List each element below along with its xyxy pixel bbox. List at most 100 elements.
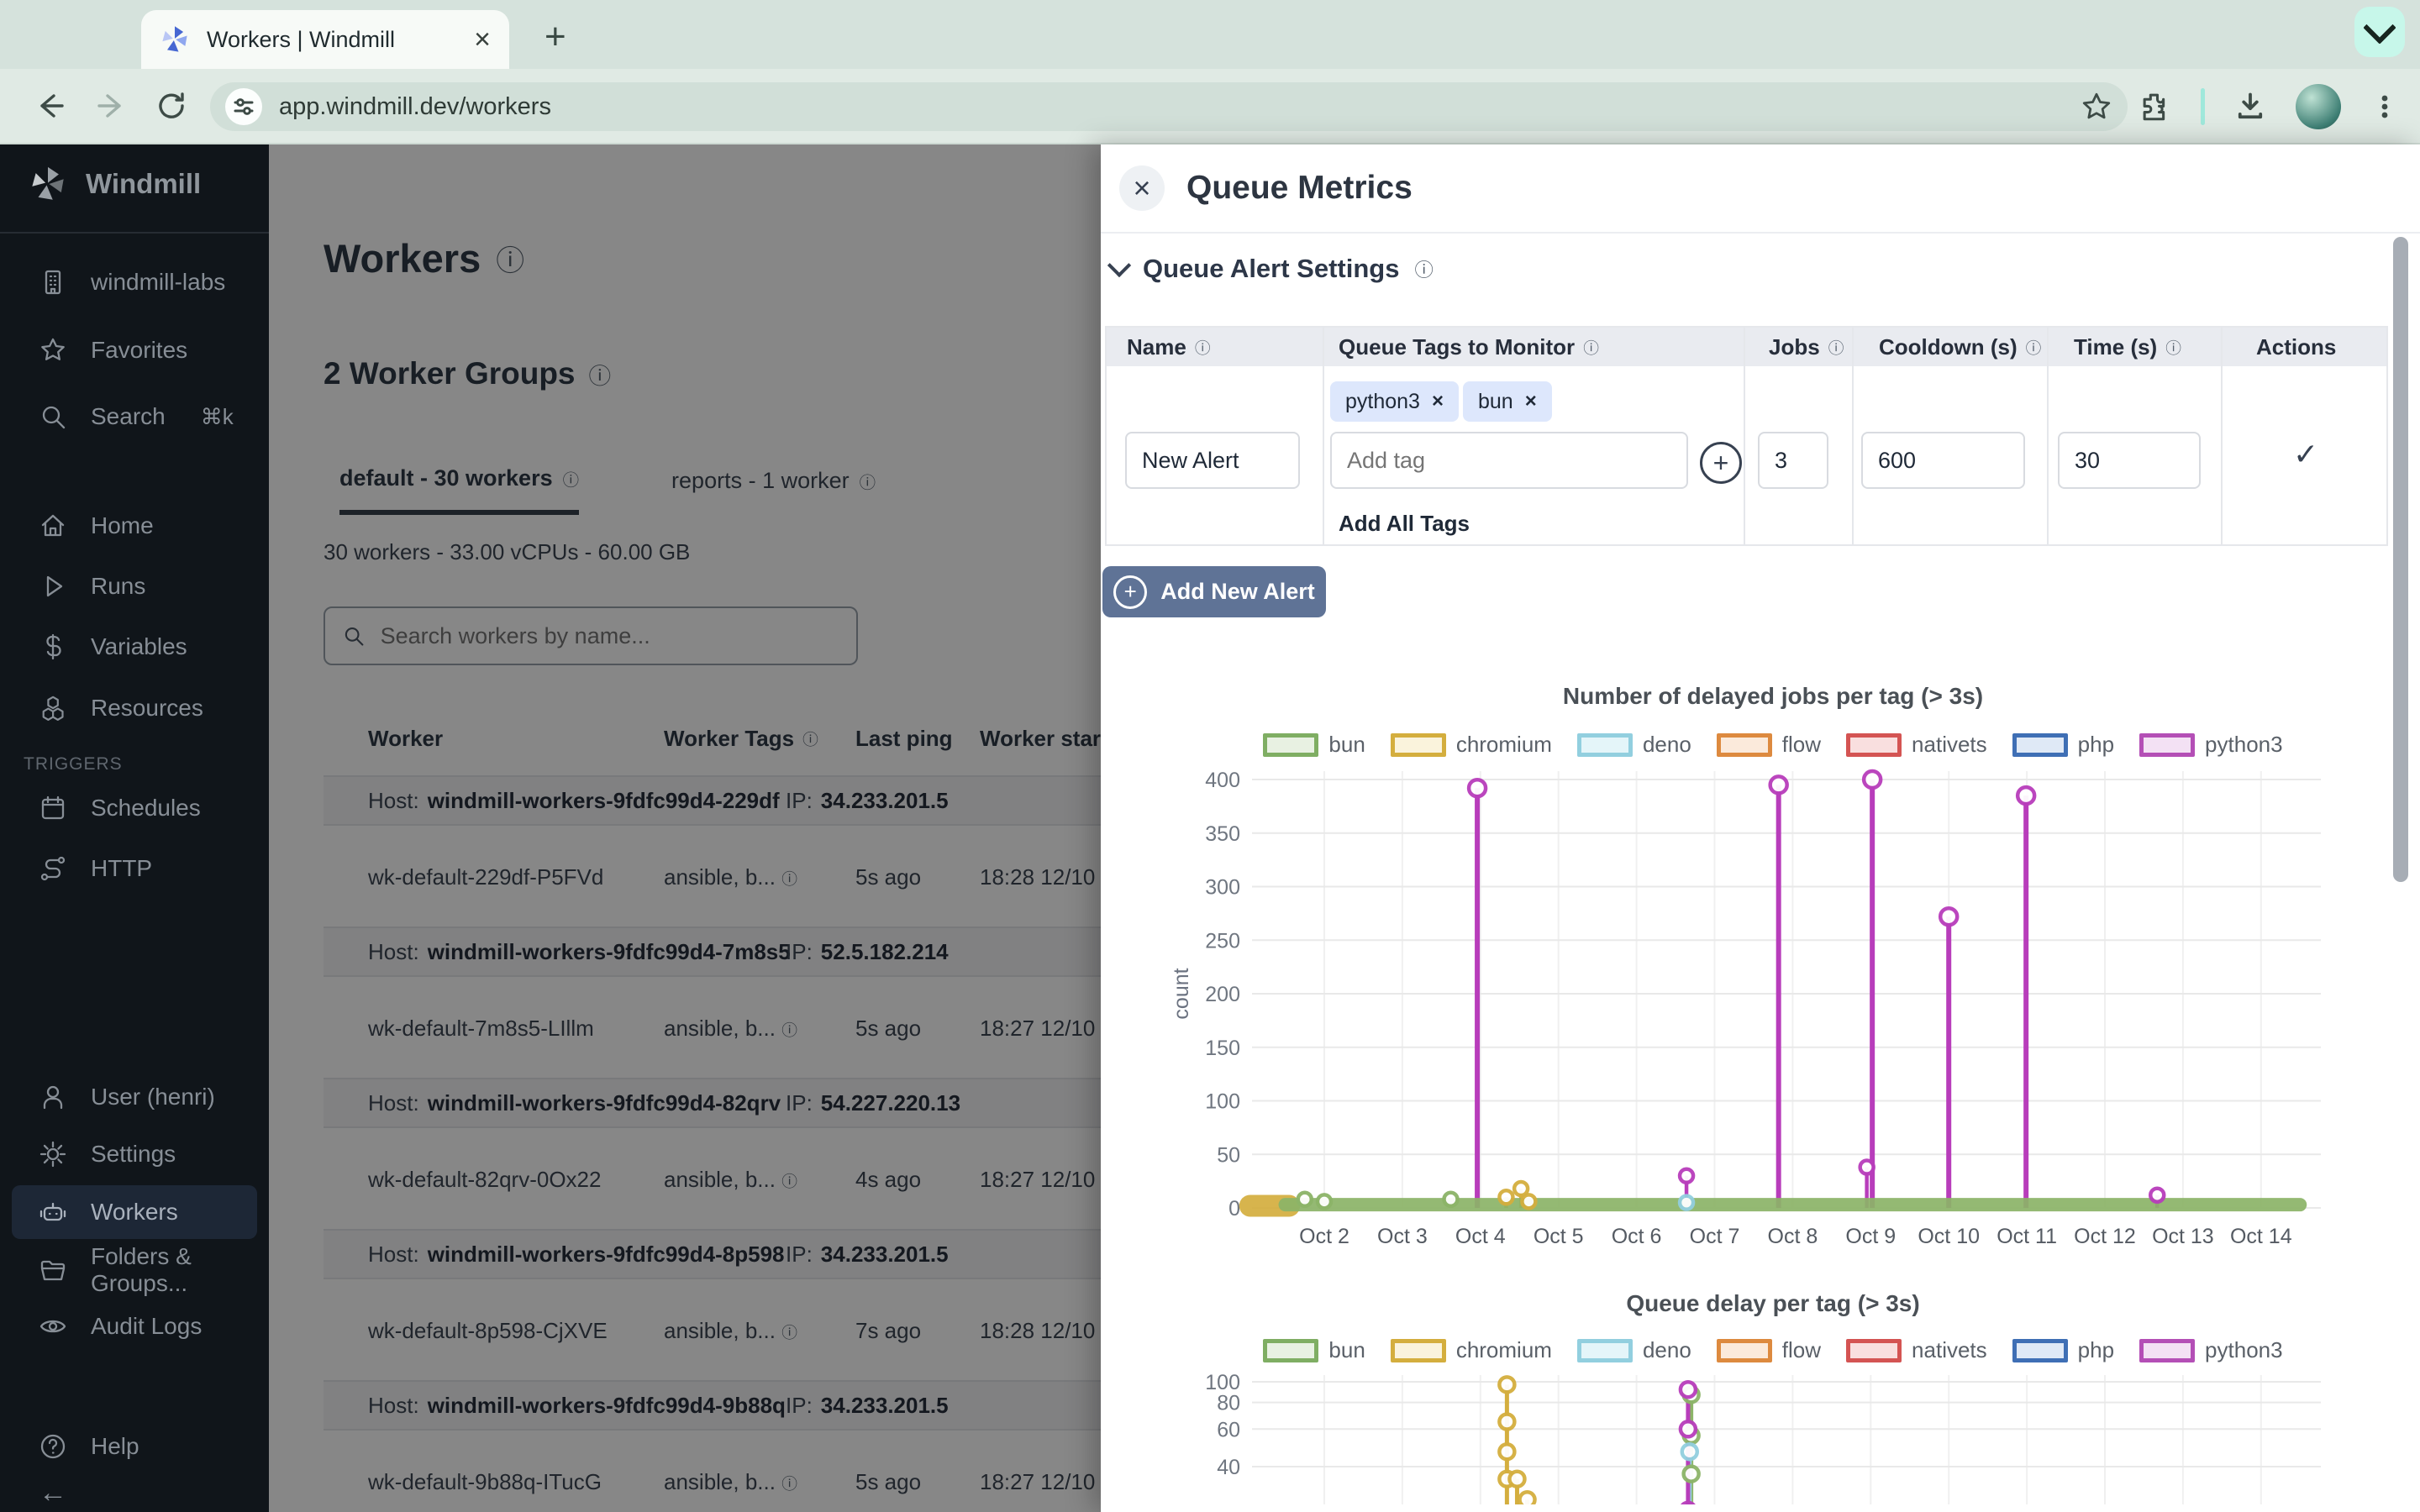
tab-reports-group[interactable]: reports - 1 worker ⓘ: [671, 465, 876, 515]
column-worker-started[interactable]: Worker started: [980, 726, 1101, 752]
tab-default-group[interactable]: default - 30 workers ⓘ: [339, 465, 579, 515]
help-icon: [39, 1432, 67, 1461]
extensions-icon[interactable]: [2139, 90, 2172, 123]
queue-alert-settings-toggle[interactable]: Queue Alert Settings ⓘ: [1111, 254, 1434, 284]
bookmark-star-icon[interactable]: [2081, 91, 2112, 123]
worker-row[interactable]: wk-default-7m8s5-LIllm ansible, b... ⓘ 5…: [324, 977, 1101, 1078]
page-title: Workers: [324, 235, 481, 281]
sidebar-collapse-button[interactable]: ←: [0, 1466, 269, 1512]
sidebar-item-variables[interactable]: Variables: [0, 620, 269, 674]
tag-chip-python3[interactable]: python3 ×: [1330, 381, 1459, 422]
jobs-input[interactable]: [1758, 432, 1828, 489]
add-tag-button[interactable]: +: [1700, 442, 1742, 484]
url-bar[interactable]: app.windmill.dev/workers: [210, 82, 2128, 131]
info-icon[interactable]: ⓘ: [563, 466, 579, 491]
sidebar-item-workspace[interactable]: windmill-labs: [0, 255, 269, 309]
info-icon[interactable]: ⓘ: [1828, 336, 1844, 359]
chip-remove-icon[interactable]: ×: [1432, 390, 1444, 413]
legend-deno[interactable]: deno: [1577, 732, 1691, 758]
legend-bun[interactable]: bun: [1263, 1337, 1365, 1363]
sidebar-item-folders[interactable]: Folders & Groups...: [0, 1243, 269, 1297]
sidebar-brand[interactable]: Windmill: [29, 165, 201, 203]
chart-legend: bun chromium deno flow nativets php python3: [1168, 732, 2378, 758]
info-icon[interactable]: ⓘ: [1414, 255, 1433, 282]
column-worker[interactable]: Worker: [368, 726, 443, 752]
column-last-ping[interactable]: Last ping: [855, 726, 953, 752]
info-icon[interactable]: ⓘ: [1195, 336, 1211, 359]
drawer-scrollbar[interactable]: [2393, 237, 2408, 882]
legend-bun[interactable]: bun: [1263, 732, 1365, 758]
legend-python3[interactable]: python3: [2139, 1337, 2283, 1363]
download-icon[interactable]: [2233, 90, 2267, 123]
search-input[interactable]: [379, 622, 839, 650]
new-tab-button[interactable]: +: [544, 18, 566, 55]
cubes-icon: [39, 694, 67, 722]
legend-nativets[interactable]: nativets: [1846, 1337, 1987, 1363]
svg-text:Oct 9: Oct 9: [1845, 1225, 1896, 1248]
add-all-tags-button[interactable]: Add All Tags: [1339, 511, 1470, 537]
worker-row[interactable]: wk-default-82qrv-0Ox22 ansible, b... ⓘ 4…: [324, 1128, 1101, 1229]
worker-row[interactable]: wk-default-229df-P5FVd ansible, b... ⓘ 5…: [324, 826, 1101, 927]
browser-tab[interactable]: Workers | Windmill ×: [141, 10, 509, 69]
column-worker-tags[interactable]: Worker Tags ⓘ: [664, 726, 818, 752]
sidebar-item-audit-logs[interactable]: Audit Logs: [0, 1299, 269, 1353]
host-row: Host: windmill-workers-9fdfc99d4-229df I…: [324, 775, 1101, 826]
dollar-icon: [39, 633, 67, 661]
sidebar-item-search[interactable]: Search ⌘k: [0, 390, 269, 444]
forward-icon[interactable]: [94, 89, 128, 123]
info-icon[interactable]: ⓘ: [496, 238, 524, 279]
tab-search-button[interactable]: [2354, 7, 2405, 57]
svg-text:40: 40: [1217, 1456, 1240, 1479]
add-new-alert-button[interactable]: + Add New Alert: [1102, 566, 1326, 617]
legend-swatch: [2139, 1339, 2195, 1362]
reload-icon[interactable]: [155, 89, 188, 123]
sidebar-item-home[interactable]: Home: [0, 499, 269, 553]
info-icon[interactable]: ⓘ: [2026, 336, 2042, 359]
legend-php[interactable]: php: [2012, 732, 2114, 758]
sidebar-item-http[interactable]: HTTP: [0, 842, 269, 895]
info-icon[interactable]: ⓘ: [860, 469, 876, 493]
cooldown-input[interactable]: [1861, 432, 2025, 489]
tag-chip-bun[interactable]: bun ×: [1463, 381, 1552, 422]
legend-php[interactable]: php: [2012, 1337, 2114, 1363]
worker-tags: ansible, b... ⓘ: [664, 864, 797, 890]
site-info-icon[interactable]: [225, 88, 262, 125]
time-input[interactable]: [2058, 432, 2201, 489]
alert-name-input[interactable]: [1125, 432, 1300, 489]
legend-flow[interactable]: flow: [1717, 732, 1821, 758]
info-icon[interactable]: ⓘ: [802, 727, 818, 750]
info-icon[interactable]: ⓘ: [2165, 336, 2181, 359]
close-button[interactable]: ×: [1119, 165, 1165, 211]
delayed-jobs-chart: Number of delayed jobs per tag (> 3s)bun…: [1168, 676, 2378, 1267]
legend-nativets[interactable]: nativets: [1846, 732, 1987, 758]
sidebar-item-user[interactable]: User (henri): [0, 1070, 269, 1124]
confirm-alert-button[interactable]: ✓: [2293, 437, 2318, 472]
info-icon[interactable]: ⓘ: [1583, 336, 1599, 359]
back-icon[interactable]: [34, 89, 67, 123]
menu-kebab-icon[interactable]: [2370, 92, 2400, 122]
legend-deno[interactable]: deno: [1577, 1337, 1691, 1363]
legend-flow[interactable]: flow: [1717, 1337, 1821, 1363]
worker-row[interactable]: wk-default-8p598-CjXVE ansible, b... ⓘ 7…: [324, 1279, 1101, 1380]
legend-chromium[interactable]: chromium: [1391, 732, 1552, 758]
sidebar-item-label: Help: [91, 1433, 139, 1460]
sidebar-item-schedules[interactable]: Schedules: [0, 781, 269, 835]
tab-close-icon[interactable]: ×: [474, 25, 491, 54]
sidebar-item-favorites[interactable]: Favorites: [0, 323, 269, 377]
url-text[interactable]: app.windmill.dev/workers: [279, 93, 2064, 121]
legend-chromium[interactable]: chromium: [1391, 1337, 1552, 1363]
info-icon[interactable]: ⓘ: [589, 358, 612, 391]
legend-python3[interactable]: python3: [2139, 732, 2283, 758]
sidebar-item-settings[interactable]: Settings: [0, 1127, 269, 1181]
chip-remove-icon[interactable]: ×: [1525, 390, 1537, 413]
sidebar-item-runs[interactable]: Runs: [0, 559, 269, 613]
worker-row[interactable]: wk-default-9b88q-ITucG ansible, b... ⓘ 5…: [324, 1431, 1101, 1512]
worker-ping: 4s ago: [855, 1167, 921, 1193]
sidebar-item-workers[interactable]: Workers: [12, 1185, 257, 1239]
add-tag-input[interactable]: [1330, 432, 1688, 489]
sidebar-item-resources[interactable]: Resources: [0, 681, 269, 735]
svg-text:Oct 7: Oct 7: [1690, 1225, 1740, 1248]
avatar[interactable]: [2296, 84, 2341, 129]
worker-search-box[interactable]: [324, 606, 858, 665]
worker-name: wk-default-8p598-CjXVE: [368, 1318, 608, 1344]
